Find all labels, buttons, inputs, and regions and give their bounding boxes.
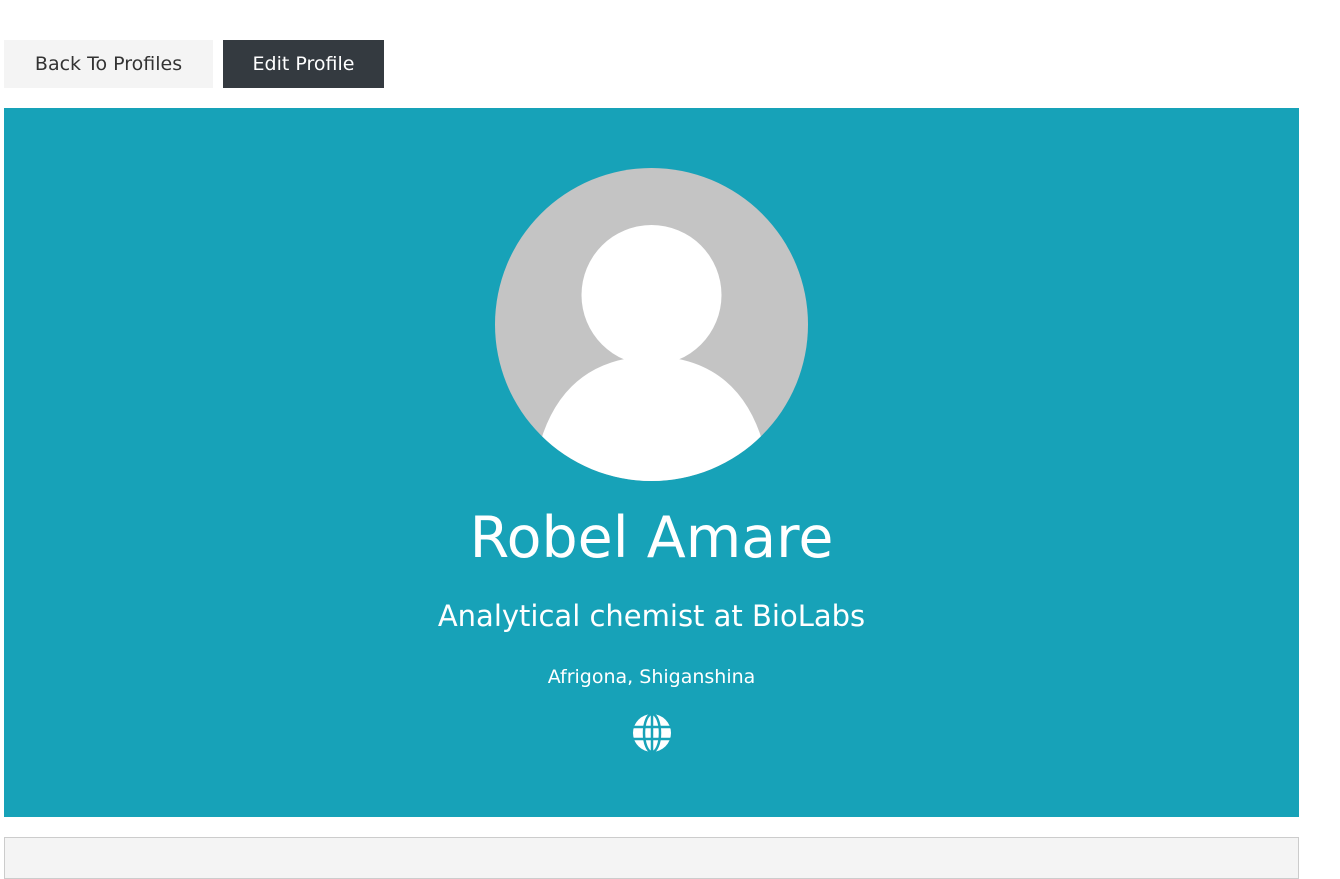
avatar bbox=[495, 168, 808, 481]
edit-profile-button[interactable]: Edit Profile bbox=[223, 40, 384, 88]
user-avatar-icon bbox=[540, 225, 763, 481]
back-to-profiles-button[interactable]: Back To Profiles bbox=[4, 40, 213, 88]
profile-toolbar: Back To Profiles Edit Profile bbox=[4, 40, 384, 88]
profile-banner: Robel Amare Analytical chemist at BioLab… bbox=[4, 108, 1299, 817]
profile-name: Robel Amare bbox=[469, 505, 834, 571]
globe-icon[interactable] bbox=[632, 712, 672, 754]
profile-about-section bbox=[4, 837, 1299, 879]
profile-location: Afrigona, Shiganshina bbox=[547, 666, 756, 688]
profile-headline: Analytical chemist at BioLabs bbox=[437, 599, 866, 633]
